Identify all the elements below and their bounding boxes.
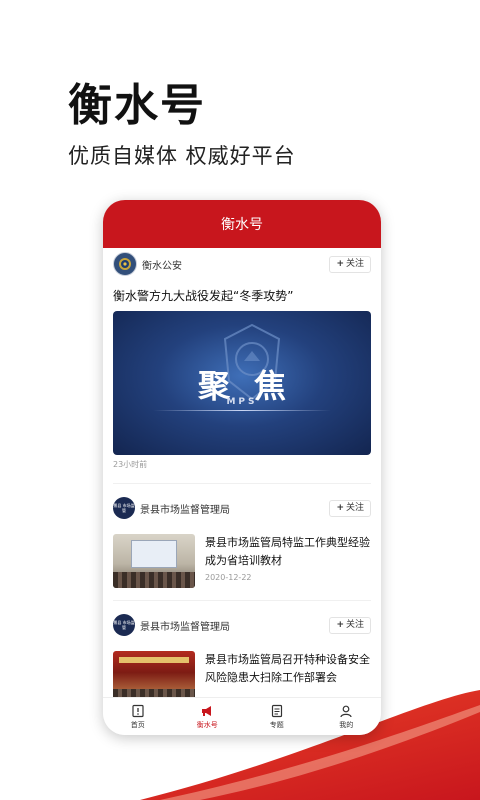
police-avatar[interactable] — [113, 252, 137, 276]
source-name[interactable]: 景县市场监督管理局 — [140, 618, 329, 633]
article-title[interactable]: 景县市场监管局召开特种设备安全风险隐患大扫除工作部署会 — [205, 651, 371, 687]
meeting-banner — [119, 657, 189, 663]
article-banner-image[interactable]: 聚焦 MPS — [113, 311, 371, 455]
avatar-text: 景县 市场监管 — [113, 620, 135, 630]
tab-hengshuihao[interactable]: 衡水号 — [173, 698, 243, 735]
tab-mine[interactable]: 我的 — [312, 698, 382, 735]
separator — [113, 483, 371, 484]
feed-card[interactable]: 景县 市场监管 景县市场监督管理局 + 关注 景县市场监管局特监工作典型经验成为省… — [103, 492, 381, 588]
follow-button[interactable]: + 关注 — [329, 499, 371, 517]
feed-card[interactable]: 衡水公安 + 关注 衡水警方九大战役发起“冬季攻势” 聚焦 MPS 23小时前 — [103, 248, 381, 471]
tab-label: 首页 — [130, 720, 145, 729]
bottom-tab-bar: 首页 衡水号 专题 我的 — [103, 697, 381, 735]
feed: 衡水公安 +关注 衡水警方九大战役发起“冬季攻势” 聚焦 MPS 23小时前 — [103, 248, 381, 698]
follow-label: 关注 — [345, 502, 364, 513]
police-badge-icon — [119, 258, 131, 270]
plus-icon: + — [336, 619, 344, 630]
hero-title: 衡水号 — [68, 80, 206, 131]
plus-icon: + — [336, 258, 344, 269]
tab-label: 专题 — [269, 720, 284, 729]
user-icon — [340, 705, 352, 717]
home-icon — [132, 704, 144, 717]
app-header-title: 衡水号 — [221, 217, 263, 233]
separator — [113, 600, 371, 601]
article-title[interactable]: 衡水警方九大战役发起“冬季攻势” — [103, 288, 381, 305]
source-name[interactable]: 景县市场监督管理局 — [140, 501, 329, 516]
article-time: 23小时前 — [113, 460, 148, 469]
banner-glow-line — [153, 410, 331, 411]
feed-divider — [103, 588, 381, 600]
phone-mockup: 衡水号 衡水公安 + 关注 衡水警方九大战役发起“冬季攻势” 聚焦 MPS 23… — [103, 200, 381, 735]
follow-button[interactable]: + 关注 — [329, 616, 371, 634]
article-date: 2020-12-22 — [205, 573, 252, 582]
topic-icon — [271, 704, 282, 717]
tab-label: 我的 — [339, 720, 354, 729]
tab-topics[interactable]: 专题 — [242, 698, 312, 735]
feed-divider — [103, 471, 381, 483]
app-header: 衡水号 — [103, 200, 381, 248]
follow-label: 关注 — [345, 258, 364, 269]
source-name[interactable]: 衡水公安 — [142, 257, 329, 272]
source-avatar[interactable]: 景县 市场监管 — [113, 497, 135, 519]
tab-label: 衡水号 — [196, 720, 218, 729]
megaphone-icon — [202, 705, 212, 716]
tab-home[interactable]: 首页 — [103, 698, 173, 735]
source-avatar[interactable]: 景县 市场监管 — [113, 614, 135, 636]
plus-icon: + — [336, 502, 344, 513]
follow-button[interactable]: + 关注 — [329, 255, 371, 273]
projection-screen — [131, 540, 177, 568]
banner-subtext: MPS — [226, 397, 258, 407]
hero-subtitle: 优质自媒体 权威好平台 — [68, 144, 296, 168]
article-thumbnail[interactable] — [113, 534, 195, 588]
article-thumbnail[interactable] — [113, 651, 195, 698]
feed-card[interactable]: 景县 市场监管 景县市场监督管理局 + 关注 景县市场监管局召开特种设备安全风险隐… — [103, 609, 381, 698]
article-title[interactable]: 景县市场监管局特监工作典型经验成为省培训教材 — [205, 534, 371, 570]
follow-label: 关注 — [345, 619, 364, 630]
avatar-text: 景县 市场监管 — [113, 503, 135, 513]
audience — [113, 572, 195, 588]
